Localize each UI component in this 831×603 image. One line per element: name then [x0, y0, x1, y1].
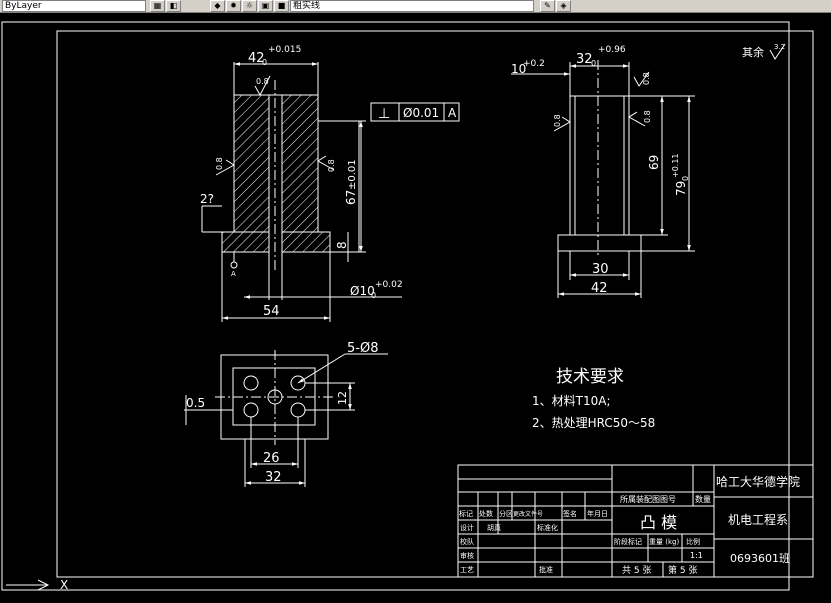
side-dim-height-tol-upper: +0.11 — [671, 153, 680, 178]
layer-state-icon[interactable]: ◆ — [210, 0, 225, 12]
sheet-number: 第 5 张 — [668, 564, 697, 576]
front-dim-width-tol: 0 — [262, 58, 267, 67]
side-dim-base: 42 — [591, 281, 608, 296]
roughness-other-label: 其余 — [742, 45, 764, 59]
front-datum-mark: A — [231, 270, 236, 278]
sheets-total: 共 5 张 — [622, 565, 651, 576]
rev-header: 处数 — [479, 509, 493, 518]
row-check: 校队 — [460, 537, 474, 546]
outer-frame — [1, 21, 790, 591]
top-dim-offset: 0.5 — [186, 396, 205, 410]
row-review: 审核 — [460, 551, 474, 560]
side-dim-slot-tol: +0.2 — [523, 59, 545, 69]
row-standard: 标准化 — [537, 523, 558, 532]
top-dim-width: 32 — [265, 470, 282, 485]
department-name: 机电工程系 — [728, 512, 788, 527]
class-code: 0693601班 — [730, 552, 790, 565]
side-dim-inner-height: 69 — [647, 155, 661, 170]
layer-match-icon[interactable]: ◈ — [556, 0, 571, 12]
tech-req-item: 2、热处理HRC50～58 — [532, 416, 655, 430]
front-body-right — [281, 94, 319, 233]
side-body — [569, 95, 630, 236]
front-dim-pin-tol: 0 — [371, 291, 376, 300]
color-combo[interactable]: ByLayer — [2, 0, 146, 12]
front-dim-base: 54 — [263, 304, 280, 319]
make-current-icon[interactable]: ✎ — [540, 0, 555, 12]
side-rough-top: 0.8 — [642, 72, 651, 85]
hole-icon — [290, 402, 306, 418]
front-rough-right: 0.8 — [327, 159, 336, 172]
side-dim-height-tol: 0 — [681, 176, 690, 181]
front-dim-width-tol-upper: +0.015 — [268, 45, 301, 55]
top-dim-spacing-v: 12 — [336, 391, 349, 405]
side-rough-left: 0.8 — [553, 114, 562, 127]
front-flange-right — [281, 231, 331, 253]
technical-requirements: 技术要求 1、材料T10A; 2、热处理HRC50～58 — [532, 367, 655, 430]
side-dim-height: 79 — [674, 181, 688, 196]
part-name: 凸 模 — [640, 513, 677, 532]
row-approve: 批准 — [539, 565, 553, 574]
designer-name: 胡真 — [487, 523, 501, 532]
front-dim-height-tol: ±0.01 — [347, 159, 358, 190]
assembly-label: 所属装配图图号 — [620, 494, 676, 504]
gdt-symbol: ⊥ — [378, 106, 390, 122]
title-block-text: 哈工大华德学院 机电工程系 0693601班 凸 模 所属装配图图号 数量 标记… — [459, 474, 800, 576]
top-view: 5-Ø8 0.5 12 26 32 — [184, 341, 388, 487]
lock-icon[interactable]: ▣ — [258, 0, 273, 12]
front-rough-top: 0.8 — [256, 77, 269, 86]
rev-header: 更改文件号 — [513, 510, 543, 518]
layer-previous-icon[interactable]: ◧ — [166, 0, 181, 12]
row-process: 工艺 — [460, 566, 474, 574]
front-dim-pin-tol-upper: +0.02 — [375, 280, 403, 290]
tech-req-title: 技术要求 — [556, 367, 624, 387]
hole-icon — [243, 375, 259, 391]
side-rough-right: 0.8 — [643, 110, 652, 123]
sun-icon[interactable]: ☼ — [242, 0, 257, 12]
top-dim-spacing-h: 26 — [263, 451, 280, 466]
ucs-x-label: X — [60, 578, 68, 592]
stage-label: 阶段标记 — [614, 537, 642, 546]
properties-toolbar: ByLayer ▦ ◧ ◆ ✹ ☼ ▣ ■ 粗实线 ✎ ◈ — [0, 0, 831, 13]
color-swatch-icon[interactable]: ■ — [274, 0, 289, 12]
layer-manager-icon[interactable]: ▦ — [150, 0, 165, 12]
quantity-label: 数量 — [695, 494, 711, 504]
scale-value: 1:1 — [690, 551, 703, 560]
rev-header: 签名 — [563, 509, 577, 518]
school-name: 哈工大华德学院 — [716, 474, 800, 489]
rev-header: 分区 — [499, 509, 513, 518]
drawing-canvas[interactable]: 其余 3.2 42 0 +0.015 0.8 0.8 0.8 ⊥ Ø0.01 A — [0, 13, 831, 599]
roughness-other-value: 3.2 — [774, 43, 785, 51]
front-dim-height: 67 — [344, 190, 358, 205]
datum-mark-icon — [230, 261, 238, 269]
side-dim-width-tol: 0 — [591, 59, 596, 68]
tech-req-item: 1、材料T10A; — [532, 394, 611, 408]
front-dim-chamfer: 2? — [200, 192, 214, 206]
weight-label: 重量 (kg) — [649, 538, 679, 546]
front-body-left — [233, 94, 270, 233]
side-view: 32 0 +0.96 10 +0.2 0.8 0.8 0.8 69 79 0 +… — [511, 45, 695, 298]
gdt-tolerance: Ø0.01 — [403, 106, 439, 120]
front-dim-flange: 8 — [335, 241, 349, 249]
rev-header: 标记 — [459, 509, 473, 518]
side-dim-inner-width: 30 — [592, 262, 609, 277]
hole-icon — [243, 402, 259, 418]
front-flange-left — [221, 231, 270, 253]
rev-header: 年月日 — [587, 509, 608, 518]
row-design: 设计 — [460, 523, 474, 532]
side-flange — [557, 234, 642, 252]
drawing-svg: 其余 3.2 42 0 +0.015 0.8 0.8 0.8 ⊥ Ø0.01 A — [1, 21, 814, 592]
top-holes-label: 5-Ø8 — [347, 341, 378, 356]
side-dim-width-tol-upper: +0.96 — [598, 45, 626, 55]
gdt-datum: A — [448, 106, 457, 120]
layer-combo[interactable]: 粗实线 — [290, 0, 534, 12]
scale-label: 比例 — [686, 537, 700, 546]
bulb-icon[interactable]: ✹ — [226, 0, 241, 12]
front-view: 42 0 +0.015 0.8 0.8 0.8 ⊥ Ø0.01 A 67 ±0.… — [200, 45, 460, 322]
front-rough-left: 0.8 — [215, 157, 224, 170]
general-roughness: 其余 3.2 — [742, 43, 786, 60]
